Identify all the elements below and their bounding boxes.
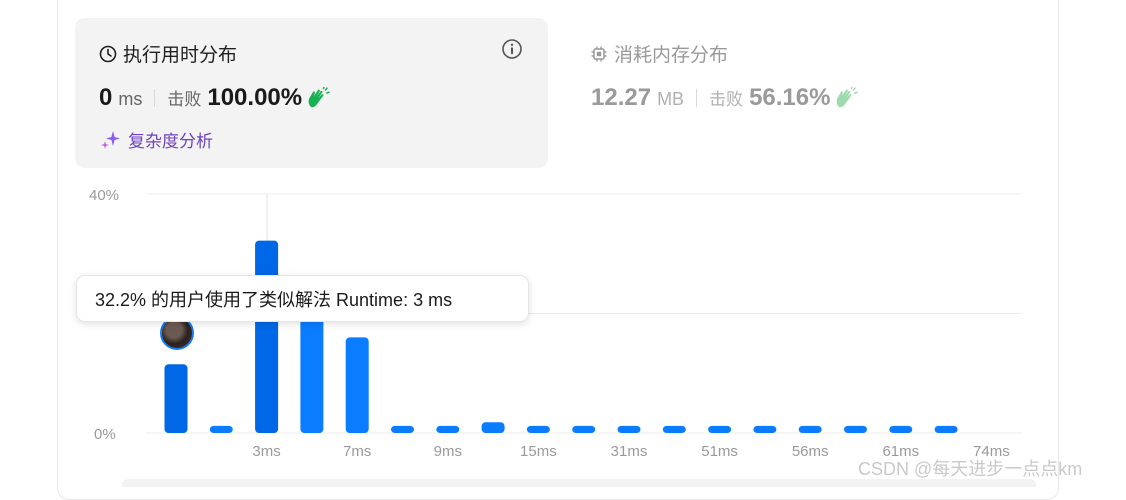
chart-bar bbox=[572, 425, 596, 433]
chart-bar bbox=[844, 425, 867, 433]
chart-bar bbox=[255, 240, 279, 433]
chart-bar bbox=[889, 425, 913, 433]
chart-bar bbox=[934, 425, 958, 433]
y-tick-label: 40% bbox=[89, 187, 119, 204]
x-tick-label: 9ms bbox=[434, 443, 462, 460]
runtime-distribution-chart: 40%0%3ms 7ms 9ms 15ms 31ms 51ms 56ms 61ms 74ms bbox=[89, 187, 1022, 460]
watermark: CSDN @每天进步一点点km bbox=[858, 459, 1083, 479]
x-tick-label: 15ms bbox=[520, 443, 557, 460]
x-tick-label: 7ms bbox=[343, 443, 371, 460]
chart-bar bbox=[708, 425, 732, 433]
chart-bar bbox=[617, 425, 641, 433]
chart-bar bbox=[526, 425, 550, 433]
x-tick-label: 31ms bbox=[611, 443, 648, 460]
chart-bar bbox=[662, 425, 686, 433]
chart-bar bbox=[798, 425, 822, 433]
x-tick-label: 56ms bbox=[792, 443, 829, 460]
x-tick-label: 51ms bbox=[701, 443, 738, 460]
chart-tooltip: 32.2% 的用户使用了类似解法 Runtime: 3 ms bbox=[76, 275, 529, 322]
tooltip-text: 32.2% 的用户使用了类似解法 Runtime: 3 ms bbox=[95, 289, 453, 310]
chart-bar bbox=[164, 364, 188, 433]
chart-bar bbox=[481, 422, 505, 433]
chart-bar bbox=[753, 425, 777, 433]
chart-bar bbox=[209, 425, 233, 433]
chart-bar bbox=[436, 425, 460, 433]
chart-bar bbox=[391, 425, 414, 433]
y-tick-label: 0% bbox=[94, 426, 116, 443]
chart-bar bbox=[345, 337, 369, 433]
x-tick-label: 3ms bbox=[252, 443, 280, 460]
